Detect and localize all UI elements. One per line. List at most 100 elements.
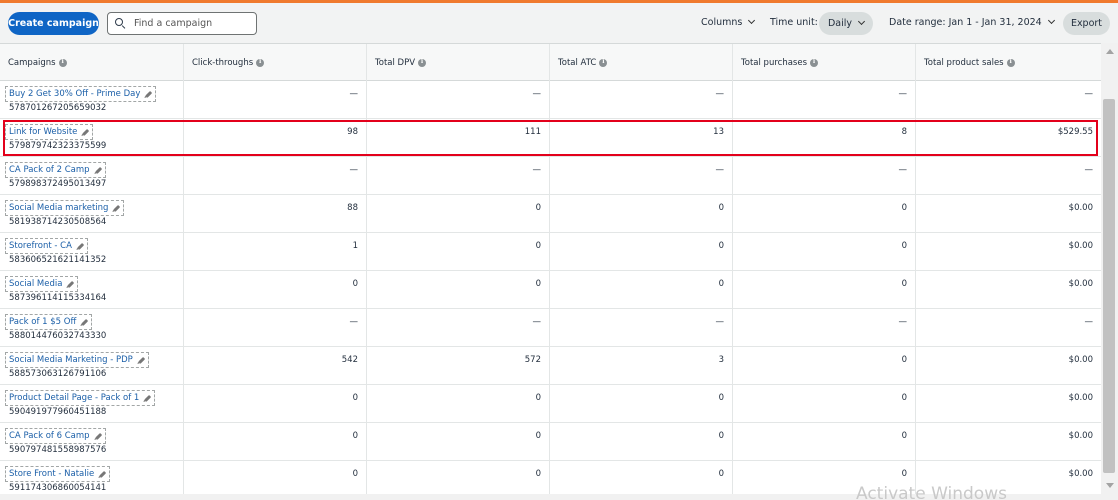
date-range-dropdown[interactable]: Date range: Jan 1 - Jan 31, 2024 (889, 16, 1055, 28)
campaign-name-link[interactable]: Pack of 1 $5 Off (5, 314, 93, 330)
vertical-scrollbar[interactable] (1101, 43, 1118, 494)
click-throughs-value: 98 (347, 127, 358, 137)
table-header: Campaigns Click-throughs Total DPV Total… (0, 43, 1101, 81)
info-icon[interactable] (58, 58, 67, 67)
table-row: Storefront - CA 583606521621141352 1 0 0 … (0, 233, 1101, 271)
search-input[interactable]: Find a campaign (107, 12, 257, 35)
pencil-icon[interactable] (67, 280, 75, 288)
activate-windows-watermark: Activate Windows (856, 484, 1007, 500)
total-product-sales-value: $0.00 (1068, 469, 1093, 479)
click-throughs-value: 0 (352, 279, 358, 289)
total-atc-value: 0 (718, 203, 724, 213)
campaign-id: 583606521621141352 (9, 255, 107, 265)
total-purchases-value: — (898, 89, 908, 99)
pencil-icon[interactable] (144, 394, 152, 402)
info-icon[interactable] (418, 58, 427, 67)
time-unit-label: Time unit: (770, 17, 818, 28)
campaign-id: 590491977960451188 (9, 407, 107, 417)
campaign-name-link[interactable]: CA Pack of 2 Camp (5, 162, 106, 178)
campaign-id: 579879742323375599 (9, 141, 107, 151)
info-icon[interactable] (256, 58, 265, 67)
date-range-label: Date range: Jan 1 - Jan 31, 2024 (889, 17, 1042, 28)
total-dpv-value: 0 (535, 241, 541, 251)
campaign-name-link[interactable]: Link for Website (5, 124, 94, 140)
total-purchases-value: 0 (901, 393, 907, 403)
toolbar: Create campaign Find a campaign Columns … (0, 3, 1118, 43)
campaign-name-link[interactable]: Storefront - CA (5, 238, 88, 254)
click-throughs-value: 88 (347, 203, 358, 213)
total-purchases-value: — (898, 317, 908, 327)
chevron-down-icon (857, 17, 866, 26)
total-atc-value: — (715, 165, 725, 175)
column-header-total-atc[interactable]: Total ATC (550, 44, 733, 81)
search-placeholder: Find a campaign (134, 18, 213, 29)
pencil-icon[interactable] (99, 470, 107, 478)
column-header-total-dpv[interactable]: Total DPV (367, 44, 550, 81)
table-row: Product Detail Page - Pack of 1 590491977… (0, 385, 1101, 423)
total-atc-value: 0 (718, 393, 724, 403)
total-dpv-value: 0 (535, 431, 541, 441)
total-atc-value: 13 (713, 127, 724, 137)
table-row: Link for Website 579879742323375599 98 11… (0, 119, 1101, 157)
pencil-icon[interactable] (137, 356, 145, 364)
create-campaign-button[interactable]: Create campaign (8, 12, 99, 35)
export-button[interactable]: Export (1063, 12, 1110, 35)
click-throughs-value: 0 (352, 431, 358, 441)
pencil-icon[interactable] (145, 90, 153, 98)
campaign-id: 588014476032743330 (9, 331, 107, 341)
total-dpv-value: — (532, 317, 542, 327)
campaign-id: 581938714230508564 (9, 217, 107, 227)
total-atc-value: — (715, 317, 725, 327)
total-purchases-value: 0 (901, 355, 907, 365)
table-row: Buy 2 Get 30% Off - Prime Day 57870126720… (0, 81, 1101, 119)
total-purchases-value: 0 (901, 279, 907, 289)
pencil-icon[interactable] (82, 128, 90, 136)
campaign-name-link[interactable]: Social Media (5, 276, 79, 292)
column-header-campaigns[interactable]: Campaigns (0, 44, 184, 81)
total-dpv-value: 111 (524, 127, 541, 137)
total-atc-value: 3 (718, 355, 724, 365)
info-icon[interactable] (1006, 58, 1015, 67)
info-icon[interactable] (599, 58, 608, 67)
campaign-name-link[interactable]: Store Front - Natalie (5, 466, 111, 482)
campaign-name-link[interactable]: Social Media Marketing - PDP (5, 352, 149, 368)
total-product-sales-value: $0.00 (1068, 393, 1093, 403)
click-throughs-value: 0 (352, 393, 358, 403)
scroll-up-arrow-icon[interactable] (1106, 49, 1114, 54)
total-dpv-value: 0 (535, 393, 541, 403)
columns-label: Columns (701, 17, 743, 28)
campaign-name-link[interactable]: Buy 2 Get 30% Off - Prime Day (5, 86, 157, 102)
column-header-total-purchases[interactable]: Total purchases (733, 44, 916, 81)
pencil-icon[interactable] (94, 432, 102, 440)
total-purchases-value: 0 (901, 203, 907, 213)
time-unit-select[interactable]: Daily (819, 12, 873, 35)
campaign-name-link[interactable]: Product Detail Page - Pack of 1 (5, 390, 156, 406)
total-product-sales-value: $0.00 (1068, 203, 1093, 213)
click-throughs-value: — (349, 317, 359, 327)
campaign-id: 587396114115334164 (9, 293, 107, 303)
campaign-name-link[interactable]: CA Pack of 6 Camp (5, 428, 106, 444)
total-product-sales-value: — (1084, 317, 1094, 327)
total-product-sales-value: $0.00 (1068, 279, 1093, 289)
total-purchases-value: 0 (901, 431, 907, 441)
column-header-total-product-sales[interactable]: Total product sales (916, 44, 1101, 81)
pencil-icon[interactable] (94, 166, 102, 174)
total-dpv-value: 0 (535, 279, 541, 289)
scrollbar-thumb[interactable] (1103, 99, 1115, 473)
pencil-icon[interactable] (113, 204, 121, 212)
info-icon[interactable] (810, 58, 818, 67)
total-atc-value: — (715, 89, 725, 99)
campaign-id: 588573063126791106 (9, 369, 107, 379)
table-row: Social Media marketing 581938714230508564… (0, 195, 1101, 233)
scroll-down-arrow-icon[interactable] (1106, 483, 1114, 488)
total-purchases-value: 0 (901, 469, 907, 479)
columns-dropdown[interactable]: Columns (701, 16, 756, 28)
campaign-name-link[interactable]: Social Media marketing (5, 200, 125, 216)
pencil-icon[interactable] (81, 318, 89, 326)
table-row: Pack of 1 $5 Off 588014476032743330 — — —… (0, 309, 1101, 347)
search-icon (115, 18, 126, 30)
pencil-icon[interactable] (77, 242, 84, 250)
column-header-click-throughs[interactable]: Click-throughs (184, 44, 367, 81)
click-throughs-value: — (349, 89, 359, 99)
table-body: Buy 2 Get 30% Off - Prime Day 57870126720… (0, 81, 1101, 494)
